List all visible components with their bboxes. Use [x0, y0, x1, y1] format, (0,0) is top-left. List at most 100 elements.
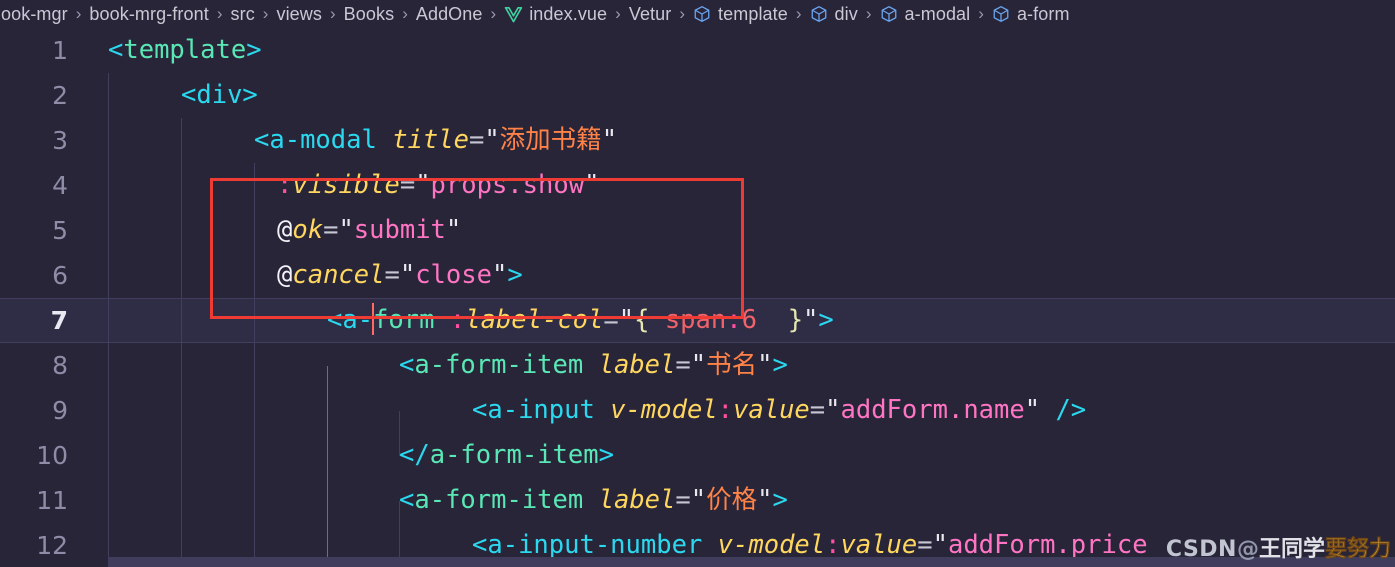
- token-tag: div: [196, 80, 243, 110]
- token-quote: ": [601, 125, 618, 155]
- token-quote: ": [445, 215, 462, 245]
- line-number: 12: [36, 531, 68, 560]
- breadcrumb-item-template[interactable]: template: [692, 4, 789, 25]
- breadcrumb-label: a-modal: [904, 3, 971, 24]
- token-brace-open: {: [634, 305, 650, 335]
- code-line-6[interactable]: 6 @cancel="close">: [0, 253, 1395, 298]
- breadcrumb-label: src: [230, 3, 255, 24]
- token-quote: ": [690, 350, 707, 380]
- line-content: <div>: [68, 73, 1395, 118]
- token-punct: <: [254, 125, 270, 155]
- line-number: 10: [36, 441, 68, 470]
- token-punct: >: [242, 80, 258, 110]
- code-line-3[interactable]: 3 <a-modal title="添加书籍": [0, 118, 1395, 163]
- token-punct: <: [399, 485, 415, 515]
- line-content: </a-form-item>: [68, 433, 1395, 478]
- token-quote: ": [491, 260, 508, 290]
- code-line-10[interactable]: 10 </a-form-item>: [0, 433, 1395, 478]
- breadcrumb-label: Books: [343, 3, 395, 24]
- token-punct: <: [472, 395, 488, 425]
- token-colon: :: [717, 395, 734, 425]
- code-editor[interactable]: 1 <template> 2 <div> 3 <a-modal title="添…: [0, 28, 1395, 567]
- token-punct: >: [772, 350, 788, 380]
- breadcrumb-item-books[interactable]: Books: [343, 4, 396, 25]
- token-number: 6: [741, 305, 757, 335]
- token-quote: ": [484, 125, 500, 155]
- breadcrumb-item-src[interactable]: src: [230, 4, 256, 25]
- line-content: <a-form :label-col="{ span:6 }">: [68, 298, 1395, 343]
- breadcrumb-item-div[interactable]: div: [809, 4, 859, 25]
- breadcrumb-item-a-form[interactable]: a-form: [991, 4, 1071, 25]
- breadcrumb-separator: ›: [679, 4, 686, 23]
- token-equals: =: [384, 260, 400, 290]
- line-number: 11: [36, 486, 68, 515]
- token-quote: ": [757, 485, 773, 515]
- selection-strip: [108, 557, 1395, 567]
- breadcrumb-label: AddOne: [415, 3, 483, 24]
- token-string: 添加书籍: [499, 125, 602, 155]
- token-string: close: [415, 260, 492, 290]
- cube-symbol-icon: [809, 4, 829, 24]
- code-line-5[interactable]: 5 @ok="submit": [0, 208, 1395, 253]
- token-attribute: title: [392, 125, 469, 155]
- token-object-key: span: [664, 305, 727, 335]
- breadcrumb-item-a-modal[interactable]: a-modal: [879, 4, 972, 25]
- breadcrumb-separator: ›: [262, 4, 269, 23]
- code-line-11[interactable]: 11 <a-form-item label="价格">: [0, 478, 1395, 523]
- token-quote: ": [584, 170, 600, 200]
- breadcrumb-separator: ›: [402, 4, 408, 23]
- line-content: @cancel="close">: [68, 253, 1395, 298]
- token-tag: a-form-item: [414, 485, 584, 515]
- token-string: addForm.price: [947, 530, 1148, 560]
- token-tag-prefix: a-: [342, 305, 374, 335]
- code-line-1[interactable]: 1 <template>: [0, 28, 1395, 73]
- breadcrumb-item-vetur[interactable]: Vetur: [628, 4, 673, 25]
- breadcrumb-label: template: [718, 3, 788, 24]
- code-line-7-active[interactable]: 7 <a-form :label-col="{ span:6 }">: [0, 298, 1395, 343]
- token-tag: a-form-item: [429, 440, 599, 470]
- token-colon: :: [726, 305, 742, 335]
- breadcrumb-item-views[interactable]: views: [275, 4, 323, 25]
- token-quote: ": [803, 305, 819, 335]
- breadcrumb-label: div: [834, 3, 858, 24]
- token-tag: template: [123, 35, 247, 65]
- breadcrumb-label: book-mrg-front: [89, 3, 209, 24]
- breadcrumb-item-addone[interactable]: AddOne: [415, 4, 484, 25]
- token-punct: >: [598, 440, 614, 470]
- breadcrumb[interactable]: ook-mgr › book-mrg-front › src › views ›…: [0, 0, 1395, 28]
- line-content: <a-input v-model:value="addForm.name" />: [68, 388, 1395, 433]
- breadcrumb-item-book-mrg-front[interactable]: book-mrg-front: [88, 4, 209, 25]
- token-equals: =: [603, 305, 619, 335]
- breadcrumb-item-book-mgr[interactable]: ook-mgr: [0, 4, 69, 25]
- code-line-2[interactable]: 2 <div>: [0, 73, 1395, 118]
- line-content: <a-form-item label="书名">: [68, 343, 1395, 388]
- token-punct: <: [181, 80, 197, 110]
- token-equals: =: [323, 215, 339, 245]
- line-content: <a-form-item label="价格">: [68, 478, 1395, 523]
- token-punct: <: [108, 35, 124, 65]
- token-quote: ": [757, 350, 773, 380]
- breadcrumb-separator: ›: [490, 4, 497, 23]
- token-attribute: visible: [292, 170, 400, 200]
- line-number: 6: [52, 261, 68, 290]
- breadcrumb-item-index-vue[interactable]: index.vue: [503, 4, 608, 25]
- token-colon: :: [449, 305, 466, 335]
- line-number: 4: [52, 171, 68, 200]
- vue-logo-icon: [503, 4, 523, 24]
- token-quote: ": [415, 170, 431, 200]
- token-quote: ": [338, 215, 354, 245]
- code-line-8[interactable]: 8 <a-form-item label="书名">: [0, 343, 1395, 388]
- token-at-sign: @: [277, 215, 293, 245]
- code-line-9[interactable]: 9 <a-input v-model:value="addForm.name" …: [0, 388, 1395, 433]
- token-brace-close: }: [787, 305, 804, 335]
- line-number: 3: [52, 126, 68, 155]
- token-punct: <: [327, 305, 343, 335]
- token-tag: a-input: [487, 395, 595, 425]
- token-punct: >: [246, 35, 262, 65]
- code-lines[interactable]: 1 <template> 2 <div> 3 <a-modal title="添…: [0, 28, 1395, 567]
- token-string: 价格: [706, 485, 758, 515]
- token-quote: ": [932, 530, 948, 560]
- cube-symbol-icon: [692, 4, 712, 24]
- code-line-4[interactable]: 4 :visible="props.show": [0, 163, 1395, 208]
- token-quote: ": [690, 485, 707, 515]
